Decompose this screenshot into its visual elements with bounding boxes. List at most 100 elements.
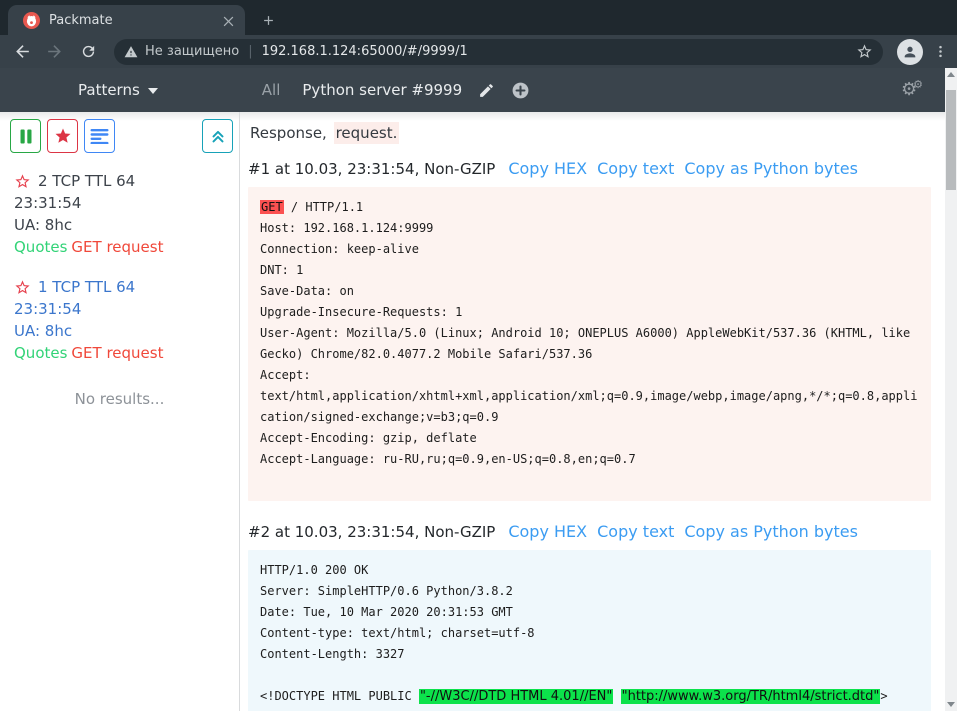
- copy-action-link[interactable]: Copy HEX: [508, 522, 587, 541]
- stream-tag: GET request: [71, 344, 163, 362]
- back-arrow-icon: [13, 42, 32, 61]
- copy-action-link[interactable]: Copy text: [597, 522, 674, 541]
- profile-avatar[interactable]: [897, 39, 923, 65]
- back-button[interactable]: [8, 38, 36, 66]
- stream-tags: QuotesGET request: [14, 236, 239, 258]
- content-view-button[interactable]: [84, 119, 115, 153]
- scroll-up-arrow[interactable]: [945, 68, 957, 81]
- packet-list: #1 at 10.03, 23:31:54, Non-GZIP Copy HEX C…: [248, 159, 931, 711]
- payload-line: HTTP/1.0 200 OK: [260, 560, 919, 581]
- stream-time: 23:31:54: [14, 192, 239, 214]
- payload-line: Content-type: text/html; charset=utf-8: [260, 623, 919, 644]
- forward-button[interactable]: [40, 38, 68, 66]
- patterns-dropdown[interactable]: Patterns: [78, 81, 158, 99]
- copy-action-link[interactable]: Copy HEX: [508, 159, 587, 178]
- pattern-term: request.: [334, 122, 400, 144]
- payload-line: [260, 470, 919, 491]
- copy-action-link[interactable]: Copy as Python bytes: [684, 522, 858, 541]
- payload-line: Upgrade-Insecure-Requests: 1: [260, 302, 919, 323]
- scroll-down-arrow[interactable]: [945, 698, 957, 711]
- stream-entry-title: 1 TCP TTL 64: [14, 276, 239, 298]
- collapse-all-button[interactable]: [202, 119, 233, 153]
- highlight-green: "-//W3C//DTD HTML 4.01//EN": [419, 689, 613, 704]
- person-icon: [902, 44, 918, 60]
- stream-tags: QuotesGET request: [14, 342, 239, 364]
- url-divider: |: [248, 44, 252, 59]
- edit-pattern-button[interactable]: [478, 82, 495, 99]
- stream-entry[interactable]: 2 TCP TTL 6423:31:54UA: 8hcQuotesGET req…: [14, 170, 239, 258]
- security-label[interactable]: Не защищено: [145, 44, 239, 59]
- pencil-icon: [478, 82, 495, 99]
- favorite-star-icon[interactable]: [14, 173, 31, 190]
- page-scrollbar[interactable]: [945, 68, 957, 711]
- browser-menu-kebab-icon[interactable]: [929, 39, 951, 65]
- pattern-terms-line: Response, request.: [248, 124, 931, 142]
- stream-tag: Quotes: [14, 238, 67, 256]
- new-tab-button[interactable]: [254, 6, 282, 34]
- stream-user-agent: UA: 8hc: [14, 214, 239, 236]
- browser-tab[interactable]: Packmate: [8, 5, 245, 35]
- not-secure-warning-icon: [124, 45, 138, 59]
- packet-payload[interactable]: GET / HTTP/1.1Host: 192.168.1.124:9999Co…: [248, 187, 931, 501]
- reload-icon: [80, 43, 97, 60]
- pause-icon: [19, 129, 33, 144]
- copy-action-link[interactable]: Copy as Python bytes: [684, 159, 858, 178]
- stream-tag: GET request: [71, 238, 163, 256]
- pause-capture-button[interactable]: [10, 119, 41, 153]
- plus-icon: [261, 13, 276, 28]
- payload-line: Accept-Encoding: gzip, deflate: [260, 428, 919, 449]
- active-pattern-name[interactable]: Python server #9999: [302, 81, 462, 99]
- stream-title-text: 2 TCP TTL 64: [38, 170, 135, 192]
- payload-line: <!DOCTYPE HTML PUBLIC "-//W3C//DTD HTML …: [260, 686, 919, 707]
- payload-line: Accept: text/html,application/xhtml+xml,…: [260, 365, 919, 428]
- add-pattern-button[interactable]: [511, 81, 530, 100]
- packet-payload[interactable]: HTTP/1.0 200 OKServer: SimpleHTTP/0.6 Py…: [248, 550, 931, 711]
- packmate-favicon-icon: [23, 12, 40, 29]
- packet-request: #1 at 10.03, 23:31:54, Non-GZIP Copy HEX C…: [248, 159, 931, 501]
- payload-line: DNT: 1: [260, 260, 919, 281]
- browser-tab-bar: Packmate: [0, 0, 957, 35]
- settings-gears-icon[interactable]: ⚙ ⚙: [901, 81, 923, 99]
- browser-window: Packmate Не защищено | 192.168.1.124:650…: [0, 0, 957, 711]
- stream-tag: Quotes: [14, 344, 67, 362]
- payload-line: GET / HTTP/1.1: [260, 197, 919, 218]
- patterns-label: Patterns: [78, 81, 140, 99]
- url-text[interactable]: 192.168.1.124:65000/#/9999/1: [262, 44, 856, 59]
- payload-line: <html>: [260, 707, 919, 711]
- stream-list: 2 TCP TTL 6423:31:54UA: 8hcQuotesGET req…: [0, 153, 239, 364]
- payload-line: Date: Tue, 10 Mar 2020 20:31:53 GMT: [260, 602, 919, 623]
- payload-line: Connection: keep-alive: [260, 239, 919, 260]
- tab-close-icon[interactable]: [219, 11, 237, 29]
- packet-meta: #1 at 10.03, 23:31:54, Non-GZIP: [248, 160, 495, 178]
- stream-entry-title: 2 TCP TTL 64: [14, 170, 239, 192]
- stream-time: 23:31:54: [14, 298, 239, 320]
- highlight-red: GET: [260, 200, 284, 214]
- payload-line: User-Agent: Mozilla/5.0 (Linux; Android …: [260, 323, 919, 365]
- highlight-green: "http://www.w3.org/TR/html4/strict.dtd": [621, 689, 881, 704]
- tab-title: Packmate: [49, 13, 219, 28]
- payload-line: Server: SimpleHTTP/0.6 Python/3.8.2: [260, 581, 919, 602]
- tab-all-streams[interactable]: All: [262, 81, 281, 99]
- packet-meta: #2 at 10.03, 23:31:54, Non-GZIP: [248, 523, 495, 541]
- packet-header: #2 at 10.03, 23:31:54, Non-GZIP Copy HEX C…: [248, 522, 931, 541]
- favorite-star-icon[interactable]: [14, 279, 31, 296]
- no-results-label: No results...: [0, 390, 239, 408]
- reload-button[interactable]: [74, 38, 102, 66]
- double-chevron-up-icon: [209, 127, 227, 145]
- payload-line: Host: 192.168.1.124:9999: [260, 218, 919, 239]
- stream-title-text: 1 TCP TTL 64: [38, 276, 135, 298]
- scrollbar-thumb[interactable]: [946, 90, 956, 190]
- stream-detail: Response, request. #1 at 10.03, 23:31:54…: [240, 112, 945, 711]
- payload-line: Save-Data: on: [260, 281, 919, 302]
- payload-line: [260, 665, 919, 686]
- stream-entry[interactable]: 1 TCP TTL 6423:31:54UA: 8hcQuotesGET req…: [14, 276, 239, 364]
- address-bar[interactable]: Не защищено | 192.168.1.124:65000/#/9999…: [114, 39, 883, 65]
- copy-action-link[interactable]: Copy text: [597, 159, 674, 178]
- text-lines-icon: [90, 128, 109, 144]
- packet-header: #1 at 10.03, 23:31:54, Non-GZIP Copy HEX C…: [248, 159, 931, 178]
- bookmark-star-icon[interactable]: [856, 43, 873, 60]
- forward-arrow-icon: [45, 42, 64, 61]
- payload-line: Accept-Language: ru-RU,ru;q=0.9,en-US;q=…: [260, 449, 919, 470]
- favorites-filter-button[interactable]: [47, 119, 78, 153]
- plus-circle-icon: [511, 81, 530, 100]
